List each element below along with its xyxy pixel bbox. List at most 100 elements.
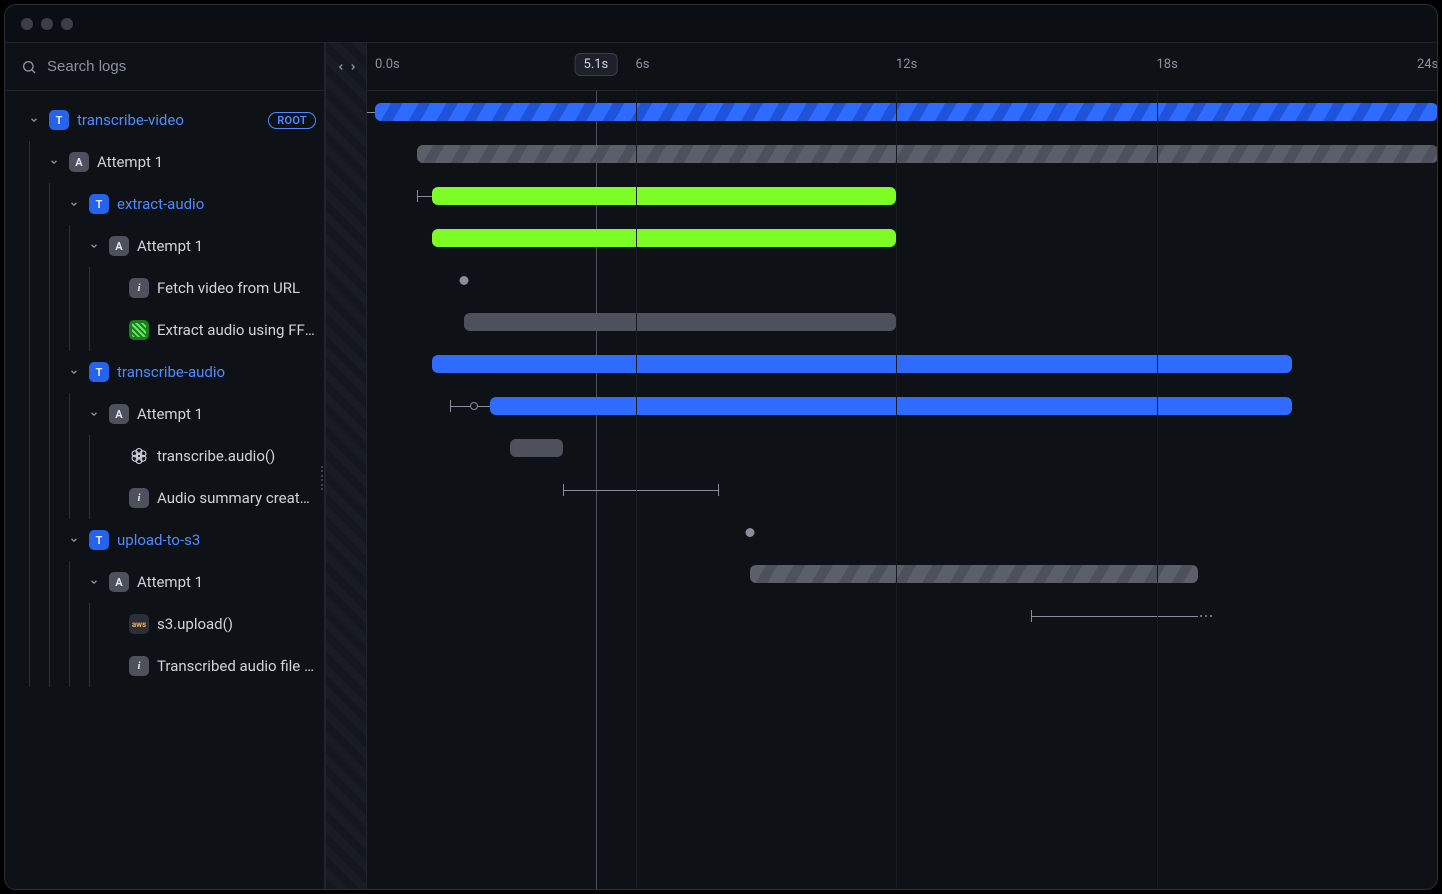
tree-label: Attempt 1	[97, 153, 316, 171]
span-bar[interactable]	[490, 397, 1292, 415]
zoom-icon[interactable]	[61, 18, 73, 30]
span-whisker[interactable]	[563, 481, 719, 499]
info-icon: i	[129, 488, 149, 508]
tree-label: Extract audio using FFmpeg	[157, 321, 316, 339]
tree-row[interactable]: A Attempt 1	[5, 393, 324, 435]
tree-label: Attempt 1	[137, 405, 316, 423]
tree-row[interactable]: aws s3.upload()	[5, 603, 324, 645]
span-bar[interactable]	[432, 229, 896, 247]
openai-icon	[129, 446, 149, 466]
tree-row[interactable]: Ttranscribe-videoROOT	[5, 99, 324, 141]
tree-row[interactable]: Ttranscribe-audio	[5, 351, 324, 393]
bar-row	[367, 637, 1437, 679]
tree-row[interactable]: iTranscribed audio file upload	[5, 645, 324, 687]
task-icon: T	[49, 110, 69, 130]
playhead-time: 5.1s	[584, 57, 609, 72]
span-bar[interactable]	[417, 145, 1437, 163]
caret-icon[interactable]	[67, 365, 81, 379]
span-bar[interactable]	[432, 187, 896, 205]
gridline	[1157, 91, 1158, 889]
minimize-icon[interactable]	[41, 18, 53, 30]
caret-icon[interactable]	[27, 113, 41, 127]
attempt-icon: A	[109, 404, 129, 424]
chevron-right-icon[interactable]	[348, 62, 358, 72]
gridline	[896, 91, 897, 889]
tree-label: Fetch video from URL	[157, 279, 316, 297]
trace-tree: Ttranscribe-videoROOT A Attempt 1 Textract-…	[5, 91, 324, 695]
tree-label: transcribe.audio()	[157, 447, 316, 465]
tree-row[interactable]: AAttempt 1	[5, 141, 324, 183]
attempt-icon: A	[109, 236, 129, 256]
info-icon: i	[129, 278, 149, 298]
tree-row[interactable]: iAudio summary created	[5, 477, 324, 519]
timeline-nav[interactable]	[326, 43, 368, 91]
ruler-tick: 12s	[896, 57, 917, 72]
tree-label: upload-to-s3	[117, 531, 316, 549]
aws-icon: aws	[129, 614, 149, 634]
bar-row	[367, 427, 1437, 469]
caret-icon	[107, 281, 121, 295]
tree-label: s3.upload()	[157, 615, 316, 633]
trace-sidebar: Ttranscribe-videoROOT A Attempt 1 Textract-…	[5, 43, 325, 889]
close-icon[interactable]	[21, 18, 33, 30]
timeline-ruler[interactable]: 0.0s 6s 12s 18s 24s	[367, 43, 1437, 91]
tree-label: Attempt 1	[137, 573, 316, 591]
tree-row[interactable]: i Fetch video from URL	[5, 267, 324, 309]
ruler-tick: 24s	[1417, 57, 1437, 72]
task-icon: T	[89, 194, 109, 214]
bar-row	[367, 511, 1437, 553]
span-bar[interactable]	[464, 313, 896, 331]
caret-icon[interactable]	[87, 575, 101, 589]
tree-label: extract-audio	[117, 195, 316, 213]
sidebar-gutter	[325, 43, 367, 889]
tree-row[interactable]: Textract-audio	[5, 183, 324, 225]
ruler-tick: 18s	[1157, 57, 1178, 72]
event-dot[interactable]	[746, 528, 755, 537]
timeline-bars	[367, 91, 1437, 889]
bar-row	[367, 385, 1437, 427]
tree-label: Attempt 1	[137, 237, 316, 255]
bar-row	[367, 343, 1437, 385]
span-whisker-open[interactable]	[1031, 607, 1198, 625]
span-whisker	[417, 187, 433, 205]
main-content: Ttranscribe-videoROOT A Attempt 1 Textract-…	[5, 43, 1437, 889]
bar-row	[367, 595, 1437, 637]
span-bar[interactable]	[375, 103, 1437, 121]
caret-icon	[107, 323, 121, 337]
ruler-tick: 0.0s	[375, 57, 400, 72]
root-badge: ROOT	[268, 112, 316, 129]
caret-icon[interactable]	[47, 155, 61, 169]
event-dot[interactable]	[459, 276, 468, 285]
tree-row[interactable]: AAttempt 1	[5, 561, 324, 603]
bar-row	[367, 91, 1437, 133]
timeline[interactable]: 0.0s 6s 12s 18s 24s 5.1s	[367, 43, 1437, 889]
search-input[interactable]	[47, 58, 308, 75]
search-icon	[21, 59, 37, 75]
span-bar[interactable]	[432, 355, 1292, 373]
caret-icon	[107, 659, 121, 673]
ruler-tick: 6s	[636, 57, 650, 72]
caret-icon	[107, 491, 121, 505]
caret-icon[interactable]	[87, 239, 101, 253]
caret-icon[interactable]	[67, 197, 81, 211]
info-icon: i	[129, 656, 149, 676]
playhead-badge[interactable]: 5.1s	[575, 53, 618, 76]
task-icon: T	[89, 362, 109, 382]
tree-row[interactable]: Extract audio using FFmpeg	[5, 309, 324, 351]
task-icon: T	[89, 530, 109, 550]
tree-row[interactable]: A Attempt 1	[5, 225, 324, 267]
span-whisker	[450, 397, 490, 415]
caret-icon[interactable]	[67, 533, 81, 547]
gridline	[636, 91, 637, 889]
chevron-left-icon[interactable]	[336, 62, 346, 72]
search-bar[interactable]	[5, 43, 324, 91]
window-controls[interactable]	[21, 18, 73, 30]
window-titlebar	[5, 5, 1437, 43]
caret-icon[interactable]	[87, 407, 101, 421]
span-bar[interactable]	[510, 439, 562, 457]
tree-row[interactable]: transcribe.audio()	[5, 435, 324, 477]
span-bar[interactable]	[750, 565, 1198, 583]
bar-row	[367, 469, 1437, 511]
tree-row[interactable]: Tupload-to-s3	[5, 519, 324, 561]
tree-label: transcribe-audio	[117, 363, 316, 381]
